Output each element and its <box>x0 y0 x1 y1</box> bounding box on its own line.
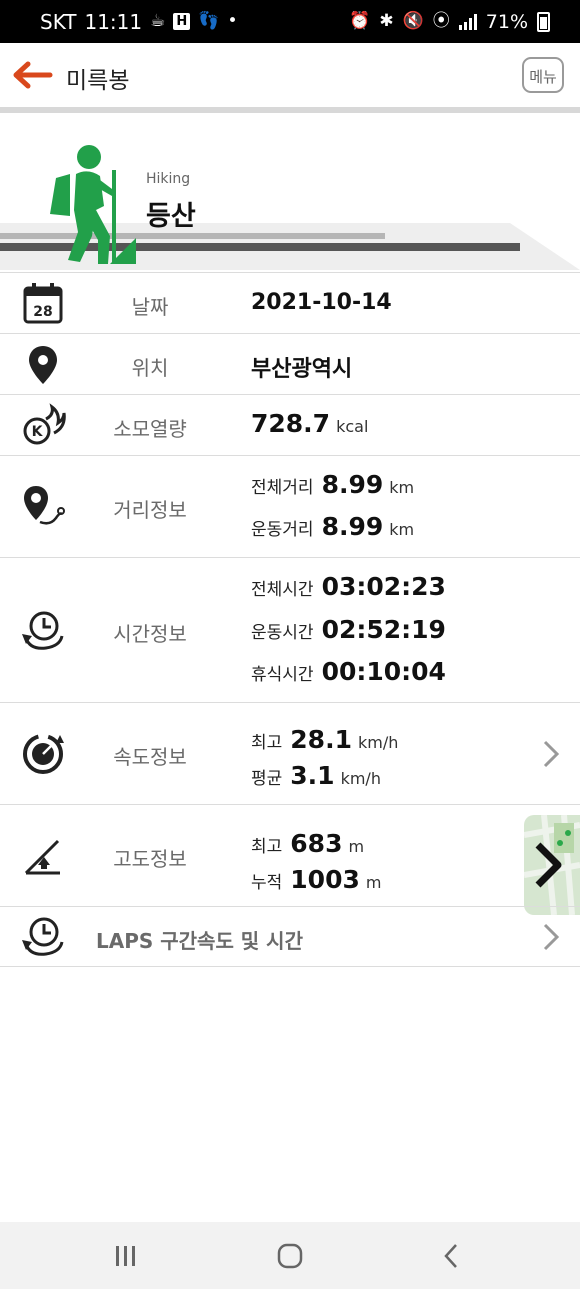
clock-rewind-icon <box>22 611 64 650</box>
max-altitude-unit: m <box>348 837 365 856</box>
status-left: SKT 11:11 ☕ H 👣 • <box>40 10 238 34</box>
home-icon[interactable] <box>270 1240 310 1272</box>
max-speed-unit: km/h <box>357 733 399 752</box>
calendar-icon: 28 <box>23 283 63 324</box>
back-arrow-icon[interactable] <box>10 59 54 91</box>
location-pin-icon <box>29 346 57 384</box>
svg-text:28: 28 <box>33 304 52 320</box>
max-altitude-value: 683 <box>290 829 343 858</box>
exercise-distance-line: 운동거리 8.99 km <box>251 512 414 541</box>
avg-speed-label: 평균 <box>251 769 283 789</box>
calories-value: 728.7 <box>251 409 331 438</box>
max-speed-label: 최고 <box>251 733 283 753</box>
activity-name-en: Hiking <box>146 171 191 187</box>
distance-route-icon <box>24 486 65 525</box>
back-icon[interactable] <box>432 1240 472 1272</box>
total-distance-unit: km <box>389 478 415 497</box>
laps-row[interactable]: LAPS 구간속도 및 시간 <box>0 906 580 967</box>
app-bar: 미륵봉 메뉴 <box>0 43 580 113</box>
time-label: 시간정보 <box>113 622 187 646</box>
time-row: 시간정보 전체시간 03:02:23 운동시간 02:52:19 휴식시간 00… <box>0 557 580 702</box>
exercise-time-value: 02:52:19 <box>321 615 446 644</box>
total-distance-value: 8.99 <box>321 470 384 499</box>
avg-speed-unit: km/h <box>340 769 381 788</box>
altitude-slope-icon <box>24 839 60 875</box>
exercise-distance-label: 운동거리 <box>251 520 314 540</box>
calories-label: 소모열량 <box>113 417 187 441</box>
laps-clock-icon <box>22 917 64 956</box>
status-bar: SKT 11:11 ☕ H 👣 • ⏰ ✱ 🔇 ⦿ 71% <box>0 0 580 43</box>
date-row: 28 날짜 2021-10-14 <box>0 272 580 333</box>
max-speed-line: 최고 28.1 km/h <box>251 725 398 754</box>
calories-row: K 소모열량 728.7 kcal <box>0 394 580 455</box>
location-value: 부산광역시 <box>251 357 353 382</box>
max-altitude-label: 최고 <box>251 837 283 857</box>
rest-time-value: 00:10:04 <box>321 657 446 686</box>
clock: 11:11 <box>84 9 143 34</box>
distance-row: 거리정보 전체거리 8.99 km 운동거리 8.99 km <box>0 455 580 557</box>
page-title: 미륵봉 <box>66 68 130 94</box>
activity-details: 28 날짜 2021-10-14 위치 부산광역시 K 소모열량 728.7 k… <box>0 272 580 967</box>
svg-text:K: K <box>32 424 44 440</box>
calories-unit: kcal <box>336 417 369 436</box>
mute-icon: 🔇 <box>402 11 424 31</box>
steps-icon: 👣 <box>198 11 220 31</box>
rest-time-label: 휴식시간 <box>251 665 314 685</box>
menu-button[interactable]: 메뉴 <box>522 57 564 93</box>
carrier-label: SKT <box>40 9 77 34</box>
coffee-icon: ☕ <box>150 11 166 31</box>
status-right: ⏰ ✱ 🔇 ⦿ 71% <box>349 11 550 33</box>
map-thumbnail-button[interactable] <box>524 815 580 915</box>
avg-speed-value: 3.1 <box>290 761 335 790</box>
location-label: 위치 <box>131 356 169 380</box>
speed-row[interactable]: 속도정보 최고 28.1 km/h 평균 3.1 km/h <box>0 702 580 804</box>
h-badge-icon: H <box>173 13 191 30</box>
chevron-right-icon[interactable] <box>542 739 560 769</box>
max-altitude-line: 최고 683 m <box>251 829 364 858</box>
calorie-flame-icon: K <box>23 403 66 445</box>
alarm-icon: ⏰ <box>349 11 371 31</box>
cumulative-altitude-value: 1003 <box>290 865 360 894</box>
calories-value-line: 728.7 kcal <box>251 409 368 438</box>
activity-name-ko: 등산 <box>146 201 196 232</box>
location-row: 위치 부산광역시 <box>0 333 580 394</box>
speed-label: 속도정보 <box>113 745 187 769</box>
exercise-distance-value: 8.99 <box>321 512 384 541</box>
battery-icon <box>537 11 550 32</box>
exercise-time-label: 운동시간 <box>251 623 314 643</box>
max-speed-value: 28.1 <box>290 725 352 754</box>
activity-header: Hiking 등산 <box>0 128 580 270</box>
total-time-line: 전체시간 03:02:23 <box>251 572 446 601</box>
exercise-distance-unit: km <box>389 520 415 539</box>
distance-label: 거리정보 <box>113 498 187 522</box>
rest-time-line: 휴식시간 00:10:04 <box>251 657 446 686</box>
hiker-icon <box>50 145 136 264</box>
total-distance-label: 전체거리 <box>251 478 314 498</box>
system-navigation-bar <box>0 1222 580 1289</box>
altitude-row: 고도정보 최고 683 m 누적 1003 m <box>0 804 580 915</box>
cumulative-altitude-line: 누적 1003 m <box>251 865 381 894</box>
laps-label: LAPS 구간속도 및 시간 <box>96 929 303 953</box>
battery-percent: 71% <box>485 10 528 33</box>
bluetooth-icon: ✱ <box>379 11 394 31</box>
signal-icon <box>458 13 477 30</box>
total-time-label: 전체시간 <box>251 580 314 600</box>
avg-speed-line: 평균 3.1 km/h <box>251 761 381 790</box>
date-label: 날짜 <box>131 295 169 319</box>
altitude-label: 고도정보 <box>113 847 187 871</box>
exercise-time-line: 운동시간 02:52:19 <box>251 615 446 644</box>
cumulative-altitude-unit: m <box>365 873 382 892</box>
total-time-value: 03:02:23 <box>321 572 446 601</box>
chevron-right-icon[interactable] <box>542 922 560 952</box>
map-preview-image <box>524 815 580 915</box>
total-distance-line: 전체거리 8.99 km <box>251 470 414 499</box>
cumulative-altitude-label: 누적 <box>251 873 283 893</box>
location-pin-icon: ⦿ <box>432 11 450 31</box>
date-value: 2021-10-14 <box>251 290 392 315</box>
recent-apps-icon[interactable] <box>106 1240 146 1272</box>
dot-icon: • <box>227 11 238 31</box>
speedometer-icon <box>23 734 64 774</box>
